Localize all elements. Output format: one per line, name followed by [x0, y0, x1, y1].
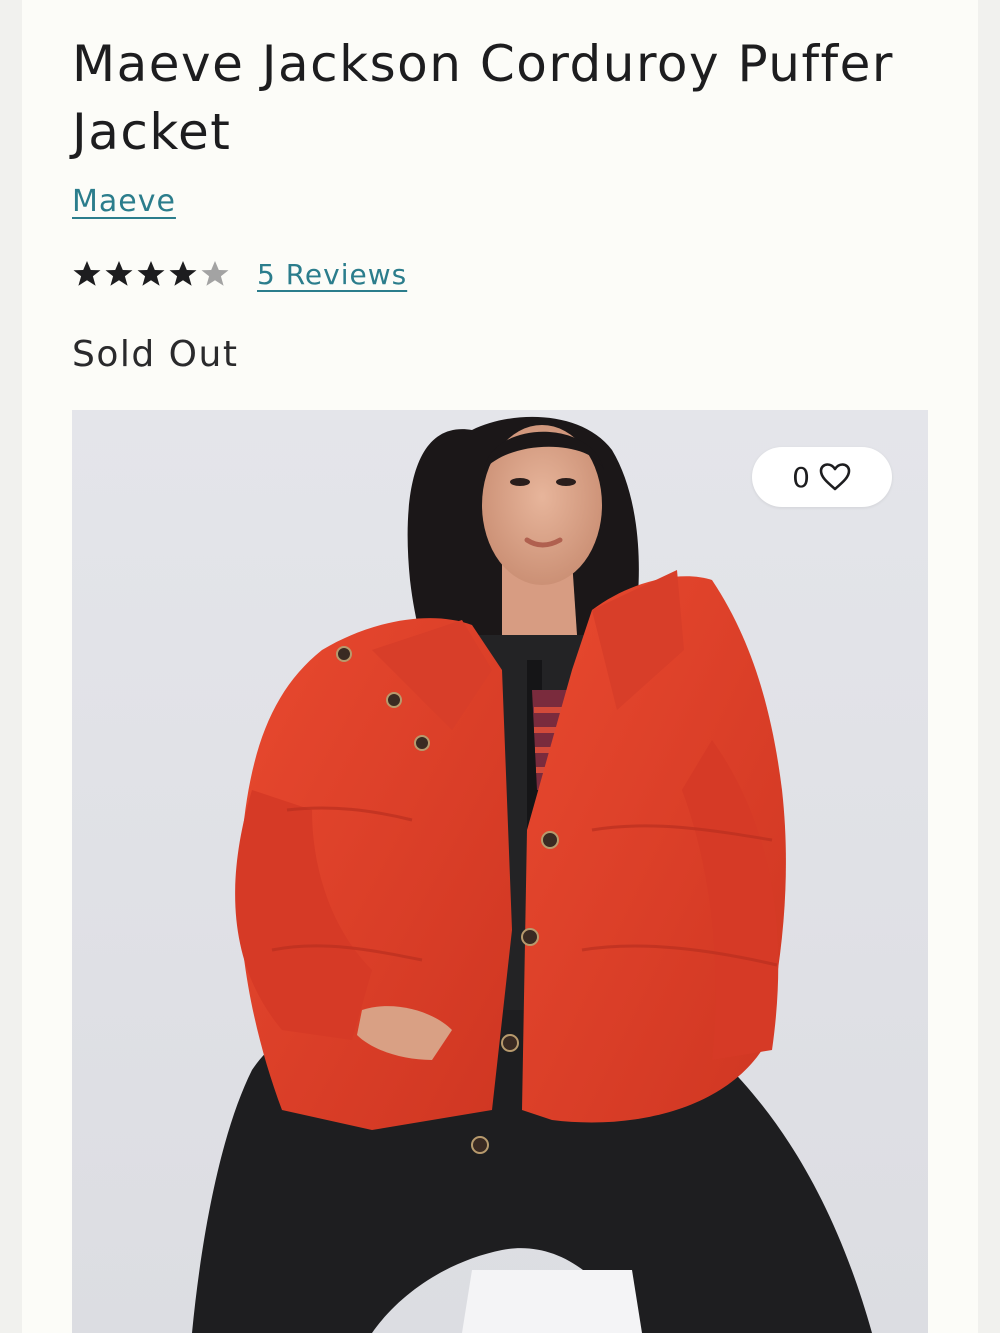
star-filled-icon: [137, 261, 165, 286]
star-filled-icon: [73, 261, 101, 286]
star-filled-icon: [169, 261, 197, 286]
brand-link[interactable]: Maeve: [72, 184, 176, 219]
heart-outline-icon: [819, 463, 851, 491]
availability-status: Sold Out: [72, 334, 239, 375]
rating-row: 5 Reviews: [72, 252, 407, 296]
product-page: Maeve Jackson Corduroy Puffer Jacket Mae…: [22, 0, 978, 1333]
reviews-link[interactable]: 5 Reviews: [257, 258, 407, 291]
favorite-button[interactable]: 0: [752, 447, 892, 507]
favorite-count: 0: [792, 460, 810, 494]
product-image[interactable]: 0: [72, 410, 928, 1333]
star-filled-icon: [105, 261, 133, 286]
product-title: Maeve Jackson Corduroy Puffer Jacket: [72, 35, 894, 161]
bench: [462, 1270, 642, 1333]
star-empty-icon: [201, 261, 229, 286]
product-photo-illustration: [192, 416, 872, 1333]
star-rating: [72, 259, 232, 289]
